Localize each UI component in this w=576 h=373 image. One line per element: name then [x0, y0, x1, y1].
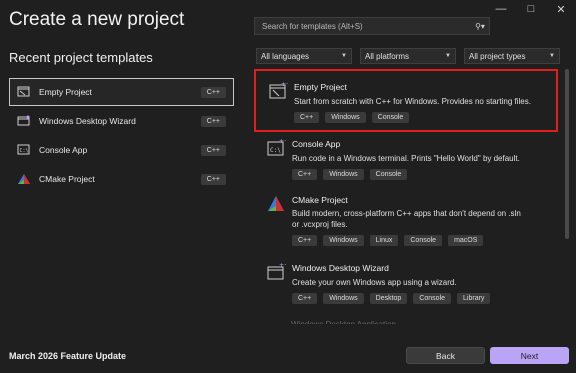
- template-name: Empty Project: [294, 82, 347, 92]
- template-list: ++ Empty Project Start from scratch with…: [254, 69, 558, 325]
- tag: C++: [294, 112, 320, 123]
- chevron-down-icon: ▼: [445, 53, 451, 59]
- maximize-button[interactable]: □: [516, 0, 546, 18]
- tag: Windows: [323, 235, 364, 246]
- back-button[interactable]: Back: [406, 347, 485, 364]
- recent-templates-list: Empty Project C++ Windows Desktop Wizard…: [9, 78, 234, 194]
- language-filter-dropdown[interactable]: All languages ▼: [256, 48, 352, 64]
- windows-desktop-wizard-icon: ++: [267, 262, 286, 280]
- next-button[interactable]: Next: [490, 347, 569, 364]
- template-description-line: Build modern, cross-platform C++ apps th…: [292, 209, 521, 218]
- tag: Linux: [369, 235, 399, 246]
- project-type-filter-dropdown[interactable]: All project types ▼: [464, 48, 560, 64]
- minimize-button[interactable]: —: [486, 0, 516, 18]
- tag: C++: [292, 293, 318, 304]
- recent-item-cmake-project[interactable]: CMake Project C++: [9, 165, 234, 193]
- search-box[interactable]: ⚲▾: [254, 17, 490, 35]
- template-console-app[interactable]: C:\ ++ Console App Run code in a Windows …: [254, 137, 558, 187]
- template-cmake-project[interactable]: CMake Project Build modern, cross-platfo…: [254, 193, 558, 253]
- tag: Windows: [323, 293, 364, 304]
- svg-text:++: ++: [281, 81, 288, 88]
- svg-text:C:\: C:\: [270, 147, 281, 154]
- tag: Library: [457, 293, 491, 304]
- language-tag: C++: [200, 115, 226, 127]
- language-tag: C++: [200, 86, 226, 98]
- recent-item-label: Windows Desktop Wizard: [39, 116, 136, 126]
- template-name: Console App: [292, 139, 341, 149]
- template-name: CMake Project: [292, 195, 348, 205]
- chevron-down-icon: ▼: [341, 53, 347, 59]
- tag: Desktop: [369, 293, 408, 304]
- platform-filter-dropdown[interactable]: All platforms ▼: [360, 48, 456, 64]
- recent-item-label: Empty Project: [39, 87, 92, 97]
- template-description: Create your own Windows app using a wiza…: [292, 278, 457, 287]
- language-tag: C++: [200, 144, 226, 156]
- tag: Windows: [323, 169, 364, 180]
- recent-item-empty-project[interactable]: Empty Project C++: [9, 78, 234, 106]
- cmake-icon: [268, 196, 284, 211]
- svg-text:++: ++: [279, 138, 286, 145]
- template-name: Windows Desktop Wizard: [292, 263, 389, 273]
- version-label: March 2026 Feature Update: [9, 351, 127, 361]
- search-input[interactable]: [260, 20, 471, 32]
- svg-text:C:\: C:\: [20, 148, 29, 154]
- recent-item-label: Console App: [39, 145, 88, 155]
- tag: Console: [371, 112, 410, 123]
- template-description: Run code in a Windows terminal. Prints "…: [292, 154, 520, 163]
- template-description-line: or .vcxproj files.: [292, 220, 348, 229]
- recent-item-windows-desktop-wizard[interactable]: Windows Desktop Wizard C++: [9, 107, 234, 135]
- cmake-icon: [17, 173, 31, 185]
- recent-item-label: CMake Project: [39, 174, 95, 184]
- recent-item-console-app[interactable]: C:\ Console App C++: [9, 136, 234, 164]
- tag: Windows: [325, 112, 366, 123]
- faded-template-name: Windows Desktop Application: [291, 318, 396, 324]
- template-tags: C++ Windows Desktop Console Library: [292, 293, 558, 304]
- template-description: Build modern, cross-platform C++ apps th…: [292, 208, 558, 230]
- scrollbar-thumb[interactable]: [565, 69, 569, 239]
- tag: C++: [292, 235, 318, 246]
- recent-templates-heading: Recent project templates: [9, 50, 153, 65]
- template-tags: C++ Windows Console: [292, 169, 558, 180]
- tag: Console: [369, 169, 408, 180]
- tag: C++: [292, 169, 318, 180]
- filter-bar: All languages ▼ All platforms ▼ All proj…: [256, 48, 560, 64]
- tag: macOS: [448, 235, 484, 246]
- empty-project-icon: ++: [269, 81, 288, 99]
- search-icon[interactable]: ⚲▾: [471, 22, 489, 31]
- tag: Console: [413, 293, 452, 304]
- svg-text:++: ++: [279, 262, 286, 269]
- console-app-icon: C:\: [17, 144, 31, 156]
- empty-project-icon: [17, 86, 31, 98]
- template-description: Start from scratch with C++ for Windows.…: [294, 97, 531, 106]
- template-list-scrollbar[interactable]: [565, 69, 569, 325]
- template-windows-desktop-wizard[interactable]: ++ Windows Desktop Wizard Create your ow…: [254, 261, 558, 311]
- window-controls: — □ ✕: [486, 0, 576, 18]
- page-title: Create a new project: [9, 9, 185, 30]
- close-button[interactable]: ✕: [546, 0, 576, 18]
- language-tag: C++: [200, 173, 226, 185]
- template-tags: C++ Windows Linux Console macOS: [292, 235, 558, 246]
- language-filter-value: All languages: [261, 51, 310, 61]
- chevron-down-icon: ▼: [549, 53, 555, 59]
- platform-filter-value: All platforms: [365, 51, 410, 61]
- windows-desktop-wizard-icon: [17, 115, 31, 127]
- template-tags: C++ Windows Console: [294, 112, 556, 123]
- console-app-icon: C:\ ++: [267, 138, 286, 156]
- template-empty-project[interactable]: ++ Empty Project Start from scratch with…: [254, 69, 558, 132]
- tag: Console: [404, 235, 443, 246]
- project-type-filter-value: All project types: [469, 51, 526, 61]
